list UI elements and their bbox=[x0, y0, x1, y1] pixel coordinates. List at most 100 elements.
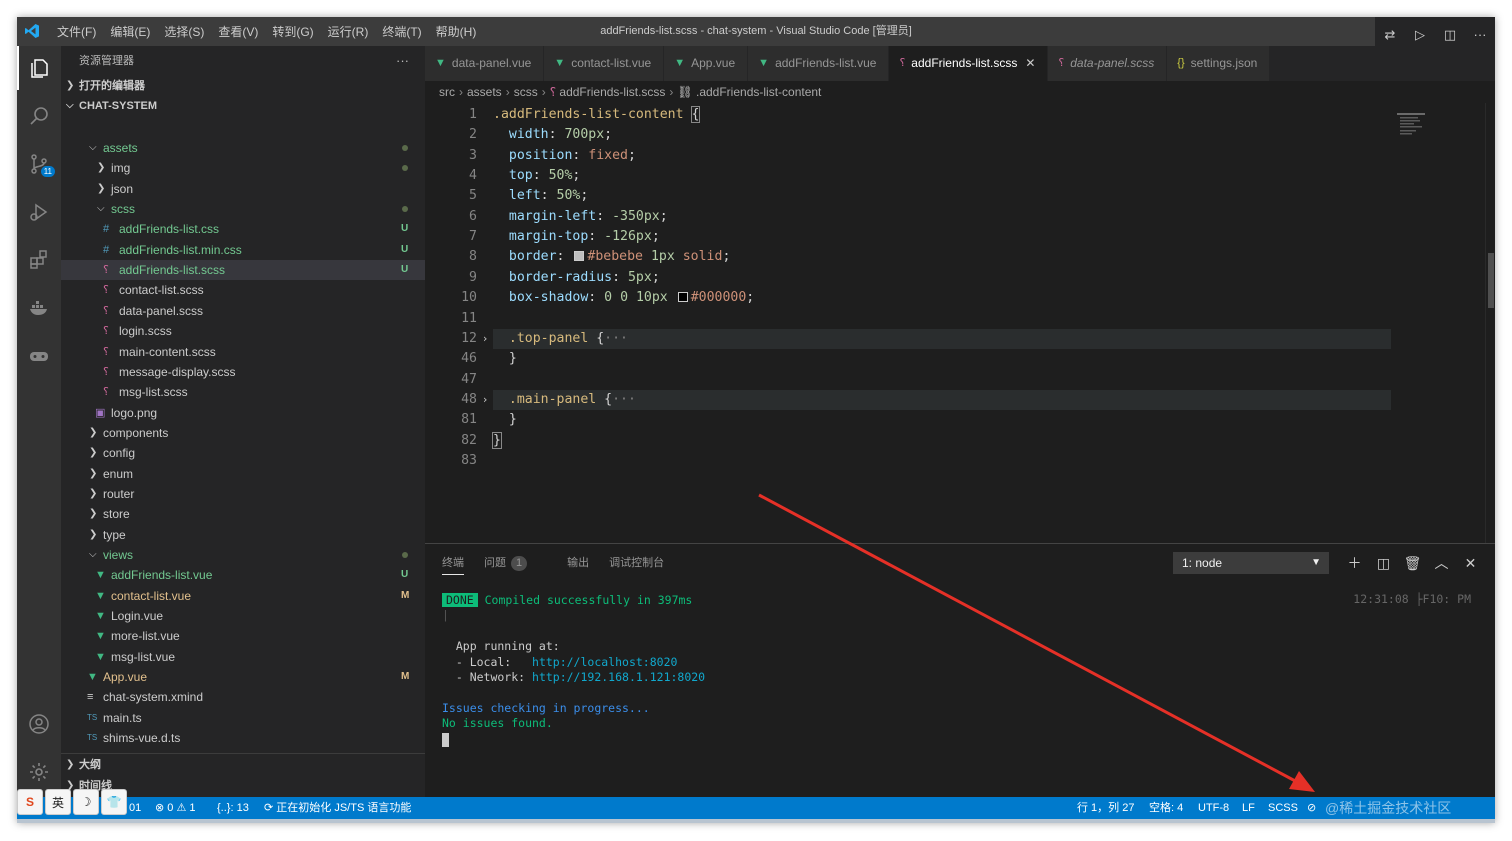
tree-item[interactable]: ▼ addFriends-list.vue U bbox=[61, 565, 425, 585]
code-line[interactable]: .addFriends-list-content { bbox=[493, 105, 701, 125]
menu-item[interactable]: 编辑(E) bbox=[110, 23, 150, 40]
ime-logo-icon[interactable]: S bbox=[17, 789, 43, 815]
explorer-more-button[interactable]: ··· bbox=[396, 46, 409, 76]
tree-item[interactable]: ❯ components bbox=[61, 423, 425, 443]
code-line[interactable]: } bbox=[493, 349, 517, 369]
scrollbar-thumb[interactable] bbox=[1488, 253, 1494, 308]
code-line[interactable]: margin-top: -126px; bbox=[493, 227, 660, 247]
tree-item[interactable]: TS main.ts bbox=[61, 708, 425, 728]
status-encoding[interactable]: UTF-8 bbox=[1198, 797, 1229, 819]
tree-item[interactable]: ❯ config bbox=[61, 443, 425, 463]
tab-data-panel-vue[interactable]: ▼ data-panel.vue bbox=[425, 46, 545, 81]
split-terminal-icon[interactable]: ◫ bbox=[1369, 555, 1398, 572]
color-swatch[interactable] bbox=[677, 292, 688, 303]
status-branch[interactable]: 01 bbox=[129, 797, 141, 819]
code-line[interactable]: } bbox=[493, 410, 517, 430]
activity-settings[interactable] bbox=[17, 750, 61, 794]
tree-item[interactable]: ▼ more-list.vue bbox=[61, 626, 425, 646]
kill-terminal-icon[interactable]: 🗑 bbox=[1398, 555, 1427, 572]
tree-item[interactable]: ⸮ main-content.scss bbox=[61, 342, 425, 362]
tree-item[interactable]: ⸮ login.scss bbox=[61, 321, 425, 341]
tree-item[interactable]: ▼ contact-list.vue M bbox=[61, 586, 425, 606]
terminal-output[interactable]: DONE Compiled successfully in 397ms | App… bbox=[442, 592, 1482, 792]
compare-changes-icon[interactable]: ⇄ bbox=[1375, 27, 1405, 43]
tree-item[interactable]: ❯ json bbox=[61, 179, 425, 199]
close-panel-icon[interactable]: ✕ bbox=[1456, 555, 1485, 572]
tree-item[interactable]: ⸮ msg-list.scss bbox=[61, 382, 425, 402]
run-icon[interactable]: ▷ bbox=[1405, 27, 1435, 43]
tree-item[interactable]: ⌵ scss bbox=[61, 199, 425, 219]
status-selection[interactable]: {..}: 13 bbox=[217, 797, 249, 819]
code-line[interactable]: position: fixed; bbox=[493, 146, 636, 166]
status-language[interactable]: SCSS bbox=[1268, 797, 1298, 819]
code-line[interactable]: margin-left: -350px; bbox=[493, 207, 668, 227]
breadcrumb-item[interactable]: .addFriends-list-content bbox=[696, 85, 821, 99]
code-line[interactable]: width: 700px; bbox=[493, 125, 612, 145]
tab-addfriends-list-scss[interactable]: ⸮ addFriends-list.scss ✕ bbox=[889, 46, 1049, 81]
activity-search[interactable] bbox=[17, 94, 61, 138]
tab-data-panel-scss[interactable]: ⸮ data-panel.scss bbox=[1048, 46, 1168, 81]
tree-item[interactable]: ❯ store bbox=[61, 504, 425, 524]
code-line[interactable]: border: #bebebe 1px solid; bbox=[493, 247, 731, 267]
tree-item[interactable]: ▼ msg-list.vue bbox=[61, 647, 425, 667]
tree-item[interactable]: ❯ router bbox=[61, 484, 425, 504]
menu-item[interactable]: 帮助(H) bbox=[436, 23, 477, 40]
tree-item[interactable]: TS shims-vue.d.ts bbox=[61, 728, 425, 748]
tab-app-vue[interactable]: ▼ App.vue bbox=[664, 46, 749, 81]
code-editor[interactable]: 1 .addFriends-list-content {2 width: 700p… bbox=[425, 103, 1485, 543]
code-line[interactable]: } bbox=[492, 431, 502, 451]
status-eol[interactable]: LF bbox=[1242, 797, 1255, 819]
tab-contact-list-vue[interactable]: ▼ contact-list.vue bbox=[544, 46, 665, 81]
tree-item[interactable]: ⸮ addFriends-list.scss U bbox=[61, 260, 425, 281]
editor-scrollbar[interactable] bbox=[1485, 103, 1495, 543]
code-line[interactable]: .main-panel {··· bbox=[493, 390, 636, 410]
more-actions-icon[interactable]: ··· bbox=[1465, 27, 1495, 42]
panel-tab[interactable]: 输出 bbox=[567, 554, 589, 570]
ime-moon-icon[interactable]: ☽ bbox=[73, 789, 99, 815]
status-problems[interactable]: ⊗ 0 ⚠ 1 bbox=[155, 797, 195, 819]
tree-item[interactable]: ❯ enum bbox=[61, 464, 425, 484]
new-terminal-icon[interactable]: ＋ bbox=[1340, 553, 1369, 573]
terminal-select[interactable]: 1: node ▼ bbox=[1173, 552, 1329, 574]
tree-item[interactable]: # addFriends-list.min.css U bbox=[61, 240, 425, 260]
menu-item[interactable]: 运行(R) bbox=[328, 23, 369, 40]
maximize-panel-icon[interactable]: ︿ bbox=[1427, 553, 1456, 573]
project-section[interactable]: ⌵ CHAT-SYSTEM bbox=[61, 96, 425, 116]
open-editors-section[interactable]: ❯ 打开的编辑器 bbox=[61, 76, 425, 96]
menu-item[interactable]: 查看(V) bbox=[218, 23, 258, 40]
breadcrumb-item[interactable]: src bbox=[439, 85, 455, 99]
minimap[interactable] bbox=[1397, 113, 1467, 153]
ime-skin-icon[interactable]: 👕 bbox=[101, 789, 127, 815]
fold-chevron-icon[interactable]: › bbox=[479, 329, 491, 349]
tree-item[interactable]: ❯ img bbox=[61, 158, 425, 178]
activity-account[interactable] bbox=[17, 702, 61, 746]
fold-chevron-icon[interactable]: › bbox=[479, 390, 491, 410]
tab-settings-json[interactable]: {} settings.json bbox=[1167, 46, 1271, 81]
panel-tab[interactable]: 终端 bbox=[442, 554, 464, 575]
code-line[interactable]: .top-panel {··· bbox=[493, 329, 628, 349]
code-line[interactable]: top: 50%; bbox=[493, 166, 581, 186]
no-bell-icon[interactable]: ⊘ bbox=[1307, 797, 1316, 819]
activity-extensions[interactable] bbox=[17, 238, 61, 282]
activity-docker[interactable] bbox=[17, 286, 61, 330]
breadcrumb-item[interactable]: assets bbox=[467, 85, 502, 99]
close-tab-icon[interactable]: ✕ bbox=[1025, 46, 1035, 81]
activity-run-debug[interactable] bbox=[17, 190, 61, 234]
menu-item[interactable]: 转到(G) bbox=[272, 23, 313, 40]
tree-item[interactable]: ≡ chat-system.xmind bbox=[61, 687, 425, 707]
activity-source-control[interactable]: 11 bbox=[17, 142, 61, 186]
ime-language-toggle[interactable]: 英 bbox=[45, 789, 71, 815]
tree-item[interactable]: ⌵ assets bbox=[61, 138, 425, 158]
activity-remote[interactable] bbox=[17, 334, 61, 378]
tree-item[interactable]: ⸮ data-panel.scss bbox=[61, 301, 425, 321]
status-position[interactable]: 行 1，列 27 bbox=[1077, 797, 1134, 819]
breadcrumb-item[interactable]: scss bbox=[514, 85, 538, 99]
code-line[interactable]: left: 50%; bbox=[493, 186, 588, 206]
breadcrumb-item[interactable]: addFriends-list.scss bbox=[559, 85, 665, 99]
tree-item[interactable]: ⸮ contact-list.scss bbox=[61, 280, 425, 300]
tree-item[interactable]: ❯ type bbox=[61, 525, 425, 545]
menu-item[interactable]: 终端(T) bbox=[382, 23, 421, 40]
code-line[interactable]: border-radius: 5px; bbox=[493, 268, 660, 288]
status-indent[interactable]: 空格: 4 bbox=[1149, 797, 1183, 819]
activity-explorer[interactable] bbox=[17, 46, 61, 90]
